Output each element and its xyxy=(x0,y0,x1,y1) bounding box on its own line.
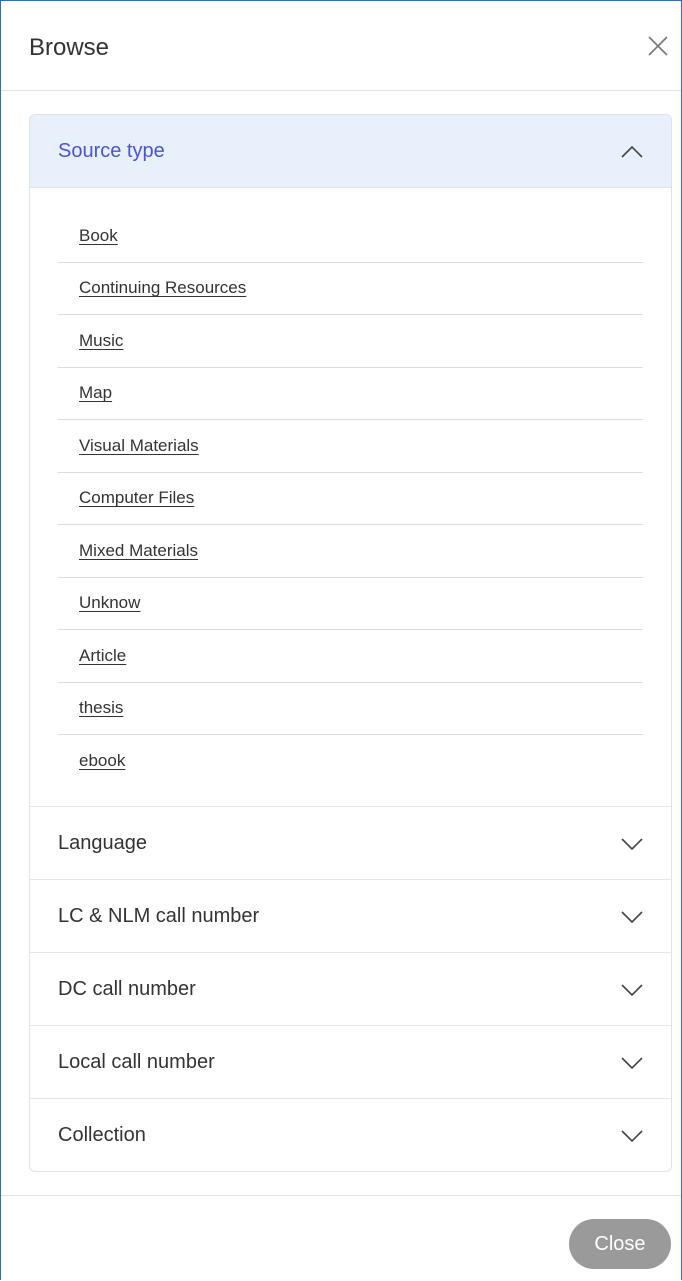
source-type-link[interactable]: Mixed Materials xyxy=(79,541,198,561)
source-type-link[interactable]: Book xyxy=(79,226,118,246)
list-item: Article xyxy=(58,630,643,683)
source-type-link[interactable]: ebook xyxy=(79,751,125,771)
list-item: Computer Files xyxy=(58,473,643,525)
accordion-header-dc-call-number[interactable]: DC call number xyxy=(30,953,671,1026)
list-item: Unknow xyxy=(58,578,643,630)
accordion-header-collection[interactable]: Collection xyxy=(30,1099,671,1171)
list-item: Mixed Materials xyxy=(58,525,643,578)
chevron-down-icon xyxy=(621,1125,643,1147)
accordion-title: Local call number xyxy=(58,1051,215,1073)
accordion-header-language[interactable]: Language xyxy=(30,807,671,880)
list-item: Visual Materials xyxy=(58,420,643,473)
chevron-down-icon xyxy=(621,833,643,855)
source-type-link[interactable]: Article xyxy=(79,646,126,666)
source-type-link[interactable]: Continuing Resources xyxy=(79,278,246,298)
chevron-down-icon xyxy=(621,906,643,928)
accordion-title: Source type xyxy=(58,140,165,162)
chevron-up-icon xyxy=(621,141,643,163)
list-item: Music xyxy=(58,315,643,368)
browse-modal: Browse Source type Book Continuing Resou… xyxy=(0,0,682,1280)
list-item: Continuing Resources xyxy=(58,263,643,315)
close-icon[interactable] xyxy=(645,33,671,59)
close-button[interactable]: Close xyxy=(569,1219,671,1269)
accordion-title: Collection xyxy=(58,1124,146,1146)
accordion-header-local-call-number[interactable]: Local call number xyxy=(30,1026,671,1099)
list-item: Map xyxy=(58,368,643,420)
accordion-title: LC & NLM call number xyxy=(58,905,260,927)
list-item: ebook xyxy=(58,735,643,788)
chevron-down-icon xyxy=(621,979,643,1001)
modal-title: Browse xyxy=(29,34,110,61)
source-type-link[interactable]: Computer Files xyxy=(79,488,194,508)
browse-accordion: Source type Book Continuing Resources Mu… xyxy=(29,114,672,1172)
source-type-list: Book Continuing Resources Music Map Visu… xyxy=(58,210,643,788)
source-type-link[interactable]: Visual Materials xyxy=(79,436,199,456)
source-type-link[interactable]: Music xyxy=(79,331,123,351)
accordion-title: Language xyxy=(58,832,147,854)
list-item: Book xyxy=(58,210,643,263)
source-type-link[interactable]: thesis xyxy=(79,698,123,718)
accordion-header-lc-nlm-call-number[interactable]: LC & NLM call number xyxy=(30,880,671,953)
modal-header: Browse xyxy=(1,1,681,91)
accordion-title: DC call number xyxy=(58,978,196,1000)
accordion-header-source-type[interactable]: Source type xyxy=(30,115,671,188)
source-type-link[interactable]: Map xyxy=(79,383,112,403)
modal-footer: Close xyxy=(1,1195,681,1281)
chevron-down-icon xyxy=(621,1052,643,1074)
list-item: thesis xyxy=(58,683,643,735)
accordion-body-source-type: Book Continuing Resources Music Map Visu… xyxy=(30,188,671,807)
source-type-link[interactable]: Unknow xyxy=(79,593,140,613)
